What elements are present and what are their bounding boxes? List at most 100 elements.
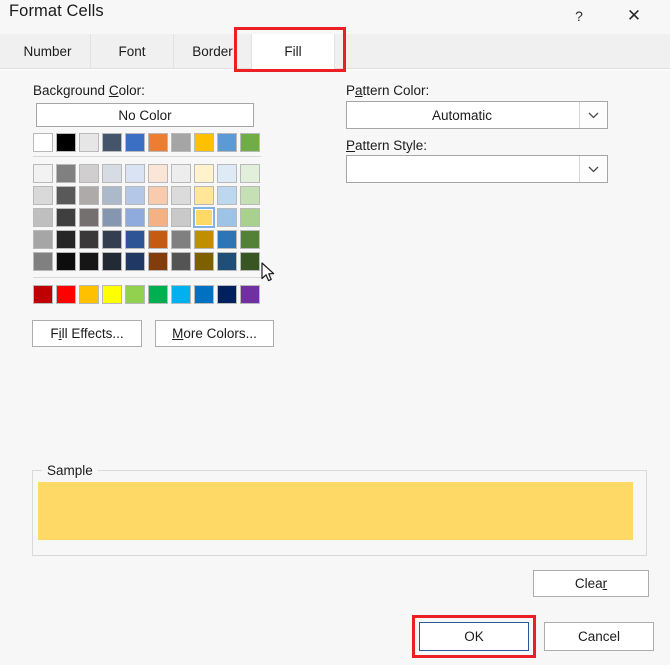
chevron-down-icon[interactable]: [579, 156, 607, 182]
tint-swatch-3-1[interactable]: [33, 208, 53, 227]
tint-swatch-3-9[interactable]: [217, 208, 237, 227]
cancel-button[interactable]: Cancel: [544, 622, 654, 651]
tint-swatch-4-9[interactable]: [217, 230, 237, 249]
tint-swatch-5-10[interactable]: [240, 252, 260, 271]
tab-fill[interactable]: Fill: [252, 34, 335, 69]
pattern-style-value: [347, 156, 577, 182]
pattern-style-dropdown[interactable]: [346, 155, 608, 183]
tint-swatch-4-2[interactable]: [56, 230, 76, 249]
tint-swatch-2-5[interactable]: [125, 186, 145, 205]
tint-swatch-2-9[interactable]: [217, 186, 237, 205]
tint-swatch-1-5[interactable]: [125, 164, 145, 183]
background-color-label: Background Color:: [33, 83, 145, 98]
theme-color-swatch-4[interactable]: [125, 133, 145, 152]
theme-color-swatch-1[interactable]: [56, 133, 76, 152]
tint-swatch-5-9[interactable]: [217, 252, 237, 271]
standard-color-swatch-1[interactable]: [56, 285, 76, 304]
tint-swatch-5-1[interactable]: [33, 252, 53, 271]
palette-divider-2: [33, 277, 261, 278]
tint-swatch-2-4[interactable]: [102, 186, 122, 205]
tint-swatch-4-5[interactable]: [125, 230, 145, 249]
tint-swatch-4-3[interactable]: [79, 230, 99, 249]
pattern-color-dropdown[interactable]: Automatic: [346, 101, 608, 129]
tab-font[interactable]: Font: [91, 34, 174, 69]
tint-swatch-4-10[interactable]: [240, 230, 260, 249]
tint-swatch-3-6[interactable]: [148, 208, 168, 227]
tint-swatch-5-3[interactable]: [79, 252, 99, 271]
standard-color-swatch-6[interactable]: [171, 285, 191, 304]
tint-swatch-2-6[interactable]: [148, 186, 168, 205]
standard-color-swatch-3[interactable]: [102, 285, 122, 304]
tint-swatch-4-8[interactable]: [194, 230, 214, 249]
theme-tint-row-4: [33, 230, 261, 249]
tint-swatch-2-10[interactable]: [240, 186, 260, 205]
tint-swatch-2-3[interactable]: [79, 186, 99, 205]
standard-color-swatch-9[interactable]: [240, 285, 260, 304]
tint-swatch-2-7[interactable]: [171, 186, 191, 205]
theme-color-swatch-6[interactable]: [171, 133, 191, 152]
tint-swatch-1-7[interactable]: [171, 164, 191, 183]
fill-effects-button[interactable]: Fi ll Effects...: [32, 320, 142, 347]
tint-swatch-1-2[interactable]: [56, 164, 76, 183]
tab-strip: Number Font Border Fill: [0, 34, 670, 69]
theme-color-swatch-0[interactable]: [33, 133, 53, 152]
tint-swatch-1-10[interactable]: [240, 164, 260, 183]
theme-color-swatch-7[interactable]: [194, 133, 214, 152]
theme-colors-row: [33, 133, 261, 152]
no-color-button[interactable]: No Color: [36, 103, 254, 127]
standard-colors-row: [33, 285, 261, 304]
tint-swatch-3-8[interactable]: [193, 207, 215, 228]
tint-swatch-3-5[interactable]: [125, 208, 145, 227]
tint-swatch-5-2[interactable]: [56, 252, 76, 271]
theme-color-swatch-3[interactable]: [102, 133, 122, 152]
theme-tint-row-3: [33, 207, 261, 228]
standard-color-swatch-2[interactable]: [79, 285, 99, 304]
close-icon[interactable]: ✕: [614, 0, 654, 31]
tint-swatch-4-4[interactable]: [102, 230, 122, 249]
tint-swatch-5-6[interactable]: [148, 252, 168, 271]
tint-swatch-4-6[interactable]: [148, 230, 168, 249]
clear-button[interactable]: Clea r: [533, 570, 649, 597]
tint-swatch-5-8[interactable]: [194, 252, 214, 271]
theme-tint-row-2: [33, 186, 261, 205]
tint-swatch-1-9[interactable]: [217, 164, 237, 183]
fill-tab-panel: Background Color: No Color Fi ll Effects.…: [0, 69, 670, 609]
tint-swatch-3-3[interactable]: [79, 208, 99, 227]
tint-swatch-5-5[interactable]: [125, 252, 145, 271]
standard-color-swatch-7[interactable]: [194, 285, 214, 304]
standard-color-swatch-5[interactable]: [148, 285, 168, 304]
pattern-color-value: Automatic: [431, 107, 493, 123]
tint-swatch-5-4[interactable]: [102, 252, 122, 271]
tint-swatch-1-1[interactable]: [33, 164, 53, 183]
theme-color-swatch-5[interactable]: [148, 133, 168, 152]
tint-swatch-2-2[interactable]: [56, 186, 76, 205]
tint-swatch-4-1[interactable]: [33, 230, 53, 249]
tint-swatch-4-7[interactable]: [171, 230, 191, 249]
tint-swatch-1-3[interactable]: [79, 164, 99, 183]
tint-swatch-1-4[interactable]: [102, 164, 122, 183]
help-icon[interactable]: ?: [559, 0, 599, 31]
ok-button[interactable]: OK: [419, 622, 529, 651]
tint-swatch-2-1[interactable]: [33, 186, 53, 205]
tint-swatch-3-7[interactable]: [171, 208, 191, 227]
tab-border[interactable]: Border: [174, 34, 252, 69]
tint-swatch-2-8[interactable]: [194, 186, 214, 205]
pattern-style-label: Pattern Style:: [346, 138, 428, 153]
standard-color-swatch-8[interactable]: [217, 285, 237, 304]
tint-swatch-1-6[interactable]: [148, 164, 168, 183]
palette-divider: [33, 156, 261, 157]
theme-color-swatch-8[interactable]: [217, 133, 237, 152]
tint-swatch-5-7[interactable]: [171, 252, 191, 271]
standard-color-swatch-0[interactable]: [33, 285, 53, 304]
tint-swatch-1-8[interactable]: [194, 164, 214, 183]
title-bar: Format Cells ? ✕: [0, 0, 670, 34]
chevron-down-icon[interactable]: [579, 102, 607, 128]
tint-swatch-3-10[interactable]: [240, 208, 260, 227]
standard-color-swatch-4[interactable]: [125, 285, 145, 304]
theme-color-swatch-9[interactable]: [240, 133, 260, 152]
tab-number[interactable]: Number: [5, 34, 91, 69]
tint-swatch-3-2[interactable]: [56, 208, 76, 227]
more-colors-button[interactable]: More Colors...: [155, 320, 274, 347]
theme-color-swatch-2[interactable]: [79, 133, 99, 152]
tint-swatch-3-4[interactable]: [102, 208, 122, 227]
